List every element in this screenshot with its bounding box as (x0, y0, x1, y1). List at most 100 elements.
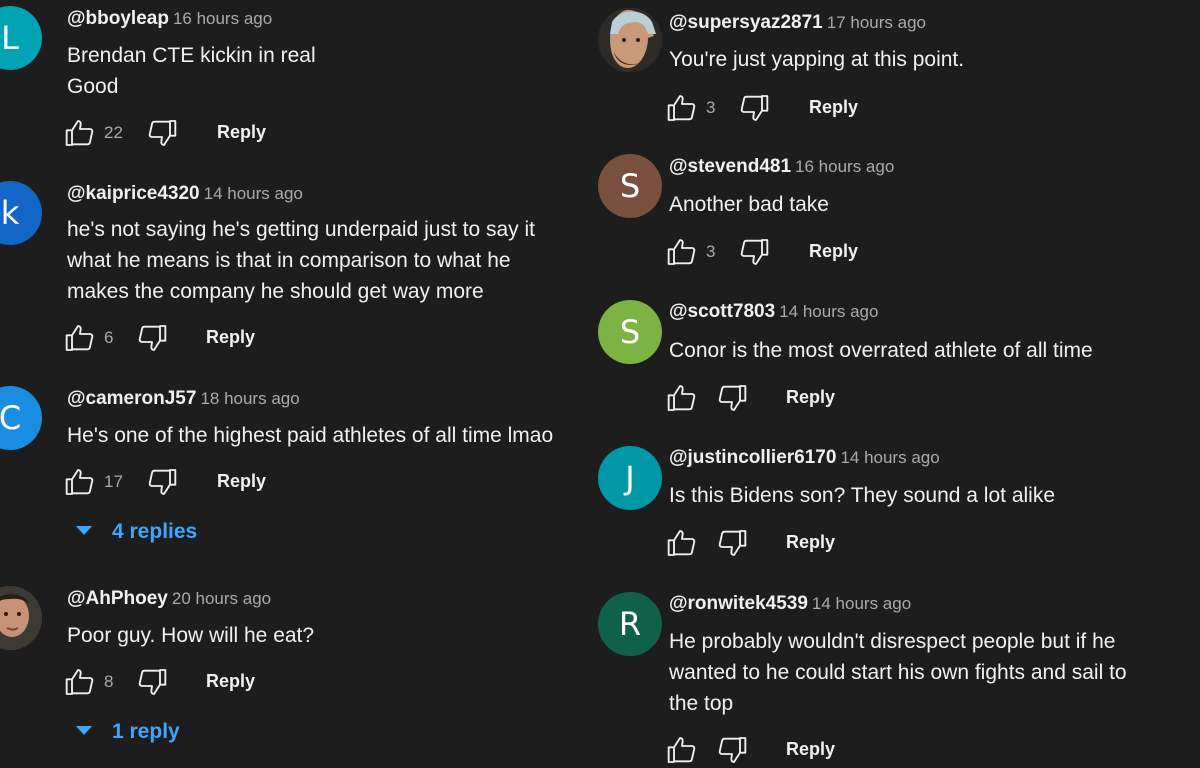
view-replies-button[interactable]: 1 reply (76, 720, 180, 750)
avatar[interactable]: L (0, 6, 42, 70)
like-count: 6 (104, 328, 114, 347)
thumbs-up-icon[interactable] (666, 527, 698, 559)
avatar[interactable]: R (598, 592, 662, 656)
comment-ronwitek4539: R @ronwitek4539 14 hours ago He probably … (598, 592, 1162, 763)
profile-photo-icon (0, 586, 42, 650)
avatar[interactable]: S (598, 300, 662, 364)
timestamp[interactable]: 14 hours ago (204, 184, 303, 203)
comment-text-line: He's one of the highest paid athletes of… (67, 424, 554, 447)
like-count: 22 (104, 123, 123, 142)
timestamp[interactable]: 18 hours ago (200, 389, 299, 408)
comment-text-line: Good (67, 75, 119, 98)
author-name[interactable]: @bboyleap (67, 8, 169, 29)
thumbs-down-icon[interactable] (146, 466, 178, 498)
comment-AhPhoey: @AhPhoey 20 hours ago Poor guy. How will … (0, 586, 560, 750)
comment-text-line: Conor is the most overrated athlete of a… (669, 339, 1093, 362)
comment-header: @supersyaz2871 17 hours ago (669, 12, 926, 34)
comment-header: @bboyleap 16 hours ago (67, 8, 272, 30)
author-name[interactable]: @stevend481 (669, 156, 791, 177)
author-name[interactable]: @kaiprice4320 (67, 183, 200, 204)
reply-button[interactable]: Reply (206, 671, 255, 692)
comment-text-line: Brendan CTE kickin in real (67, 44, 316, 67)
comment-text-line: what he means is that in comparison to w… (67, 249, 511, 272)
thumbs-down-icon[interactable] (738, 236, 770, 268)
thumbs-up-icon[interactable] (64, 466, 96, 498)
reply-button[interactable]: Reply (217, 471, 266, 492)
author-name[interactable]: @scott7803 (669, 301, 775, 322)
thumbs-down-icon[interactable] (136, 322, 168, 354)
replies-count: 1 reply (112, 720, 180, 743)
thumbs-down-icon[interactable] (738, 92, 770, 124)
thumbs-down-icon[interactable] (146, 117, 178, 149)
avatar[interactable]: C (0, 386, 42, 450)
avatar[interactable]: J (598, 446, 662, 510)
thumbs-up-icon[interactable] (666, 734, 698, 766)
timestamp[interactable]: 14 hours ago (840, 448, 939, 467)
timestamp[interactable]: 16 hours ago (173, 9, 272, 28)
like-count: 8 (104, 672, 114, 691)
avatar-letter: J (625, 459, 635, 497)
like-count: 3 (706, 98, 716, 117)
comment-text-line: wanted to he could start his own fights … (669, 661, 1127, 684)
reply-button[interactable]: Reply (786, 532, 835, 553)
comment-text-line: the top (669, 692, 734, 715)
comment-actions: Reply (666, 734, 1086, 768)
thumbs-up-icon[interactable] (64, 666, 96, 698)
thumbs-up-icon[interactable] (64, 117, 96, 149)
comment-text-line: He probably wouldn't disrespect people b… (669, 630, 1116, 653)
comment-actions: Reply (666, 382, 1086, 416)
thumbs-down-icon[interactable] (716, 734, 748, 766)
reply-button[interactable]: Reply (786, 387, 835, 408)
avatar-letter: S (619, 313, 641, 351)
timestamp[interactable]: 14 hours ago (812, 594, 911, 613)
avatar-letter: k (0, 194, 20, 232)
thumbs-up-icon[interactable] (666, 92, 698, 124)
avatar[interactable] (598, 8, 662, 72)
avatar[interactable]: S (598, 154, 662, 218)
view-replies-button[interactable]: 4 replies (76, 520, 197, 550)
timestamp[interactable]: 20 hours ago (172, 589, 271, 608)
reply-button[interactable]: Reply (809, 97, 858, 118)
comments-page: { "left_column": [ {"avatar_letter":"L",… (0, 0, 1200, 763)
comment-text-line: You're just yapping at this point. (669, 48, 965, 71)
thumbs-down-icon[interactable] (136, 666, 168, 698)
thumbs-down-icon[interactable] (716, 527, 748, 559)
author-name[interactable]: @cameronJ57 (67, 388, 196, 409)
comment-text-line: Is this Bidens son? They sound a lot ali… (669, 484, 1056, 507)
avatar[interactable] (0, 586, 42, 650)
comment-header: @ronwitek4539 14 hours ago (669, 593, 911, 615)
comment-actions: 22 Reply (64, 117, 484, 151)
avatar[interactable]: k (0, 181, 42, 245)
profile-photo-icon (598, 8, 662, 72)
thumbs-up-icon[interactable] (666, 382, 698, 414)
timestamp[interactable]: 16 hours ago (795, 157, 894, 176)
reply-button[interactable]: Reply (809, 241, 858, 262)
timestamp[interactable]: 17 hours ago (827, 13, 926, 32)
author-name[interactable]: @justincollier6170 (669, 447, 836, 468)
comment-text-line: Poor guy. How will he eat? (67, 624, 315, 647)
replies-count: 4 replies (112, 520, 198, 543)
comment-header: @justincollier6170 14 hours ago (669, 447, 940, 469)
comment-header: @kaiprice4320 14 hours ago (67, 183, 303, 205)
comment-actions: 6 Reply (64, 322, 484, 356)
avatar-letter: S (619, 167, 641, 205)
timestamp[interactable]: 14 hours ago (779, 302, 878, 321)
reply-button[interactable]: Reply (206, 327, 255, 348)
comment-actions: 3 Reply (666, 92, 1086, 126)
comment-text-line: Another bad take (669, 193, 829, 216)
author-name[interactable]: @ronwitek4539 (669, 593, 808, 614)
comment-header: @stevend481 16 hours ago (669, 156, 894, 178)
comment-supersyaz2871: @supersyaz2871 17 hours ago You're just y… (598, 8, 1162, 138)
thumbs-down-icon[interactable] (716, 382, 748, 414)
comment-actions: 8 Reply (64, 666, 484, 700)
comment-header: @AhPhoey 20 hours ago (67, 588, 271, 610)
author-name[interactable]: @supersyaz2871 (669, 12, 823, 33)
reply-button[interactable]: Reply (217, 122, 266, 143)
avatar-letter: R (618, 605, 642, 643)
thumbs-up-icon[interactable] (64, 322, 96, 354)
author-name[interactable]: @AhPhoey (67, 588, 168, 609)
caret-down-icon (76, 725, 92, 735)
thumbs-up-icon[interactable] (666, 236, 698, 268)
avatar-letter: L (1, 19, 19, 57)
comment-header: @cameronJ57 18 hours ago (67, 388, 300, 410)
